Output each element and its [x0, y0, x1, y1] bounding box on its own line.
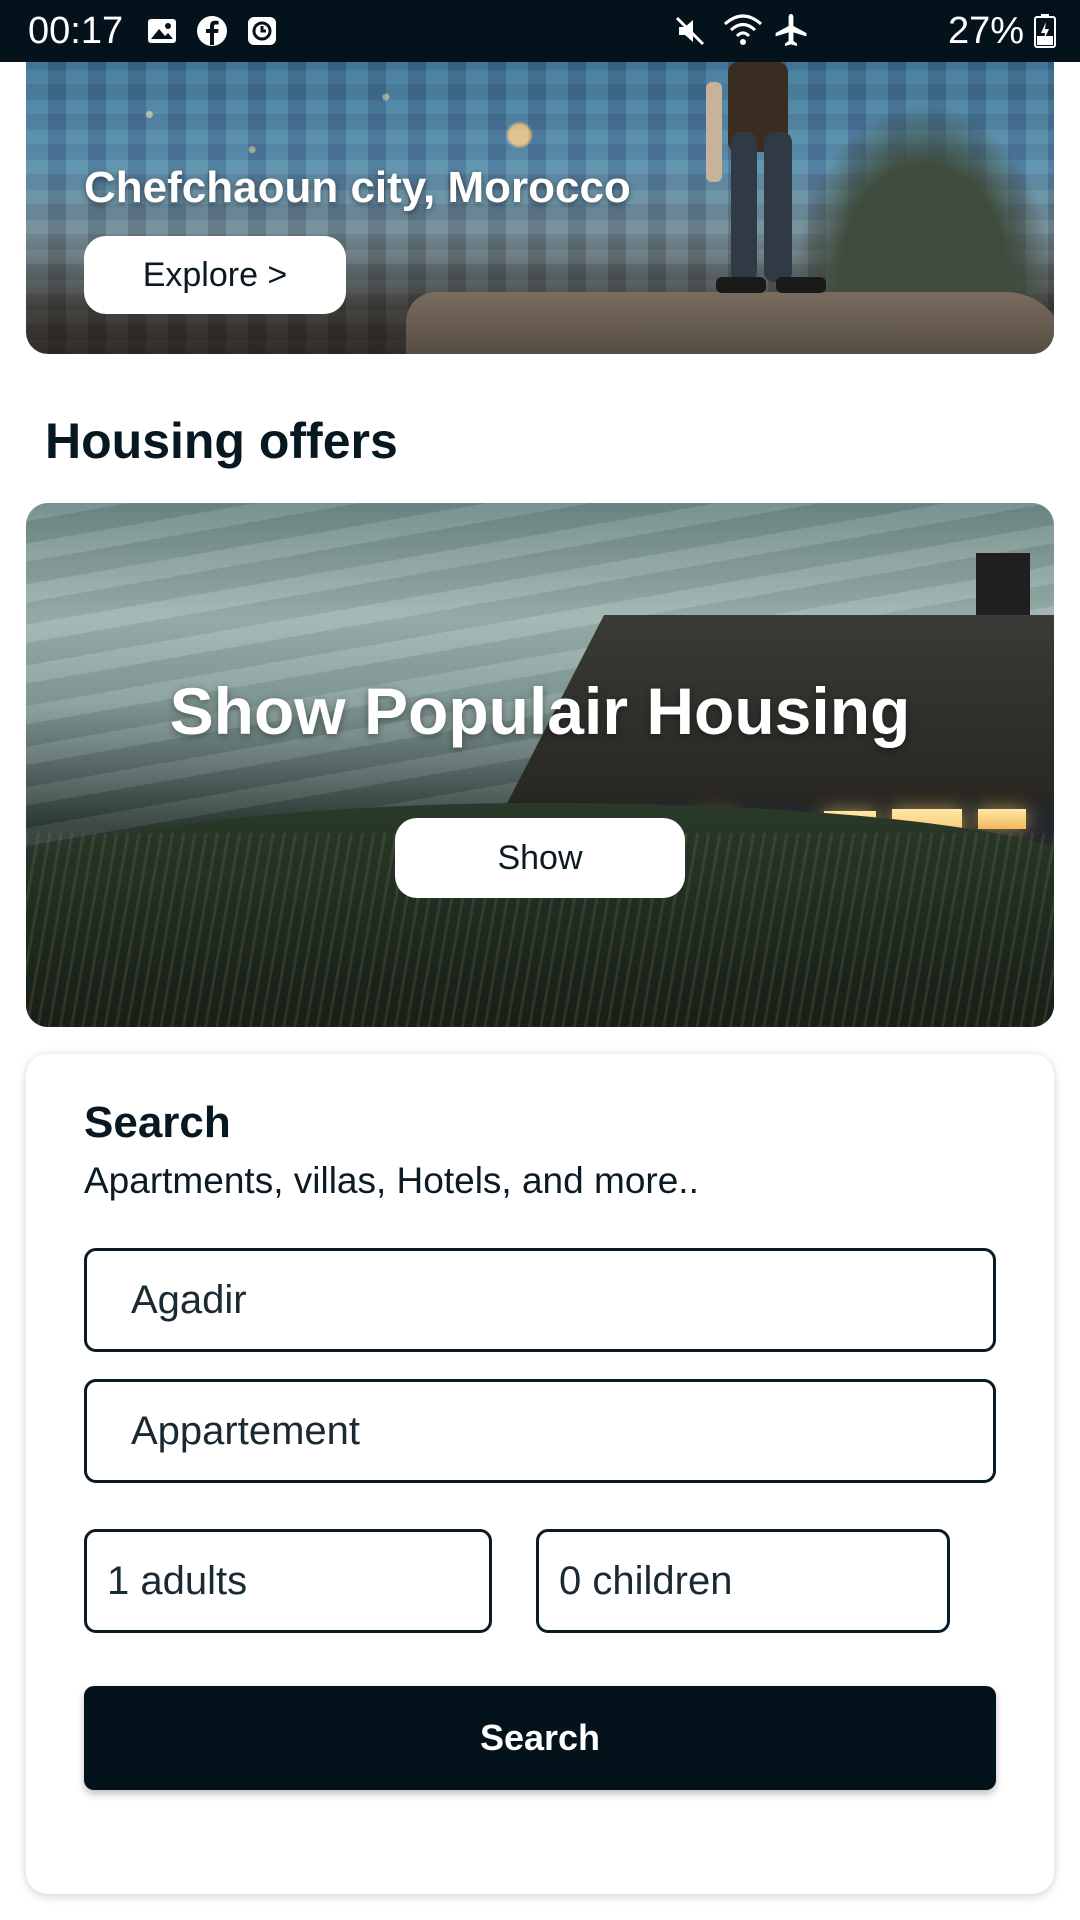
traveler-figure [706, 62, 826, 293]
battery-percent: 27% [948, 10, 1025, 52]
banner-title: Chefchaoun city, Morocco [84, 163, 631, 212]
mute-icon [673, 14, 707, 53]
battery-icon [1034, 14, 1056, 53]
city-input[interactable]: Agadir [84, 1248, 996, 1352]
wifi-icon [723, 12, 763, 53]
status-bar: 00:17 27% [0, 0, 1080, 62]
adults-input[interactable]: 1 adults [84, 1529, 492, 1633]
property-type-input[interactable]: Appartement [84, 1379, 996, 1483]
search-card: Search Apartments, villas, Hotels, and m… [26, 1054, 1054, 1894]
explore-button[interactable]: Explore > [84, 236, 346, 314]
house-window [978, 809, 1026, 829]
search-subtitle: Apartments, villas, Hotels, and more.. [84, 1160, 699, 1201]
children-input[interactable]: 0 children [536, 1529, 950, 1633]
housing-card-title: Show Populair Housing [169, 674, 911, 748]
search-button[interactable]: Search [84, 1686, 996, 1790]
gallery-icon [146, 15, 178, 47]
status-time: 00:17 [28, 10, 124, 52]
search-title: Search [84, 1098, 231, 1147]
popular-housing-card: Show Populair Housing Show [26, 503, 1054, 1027]
clock-app-icon [246, 15, 278, 47]
facebook-icon [196, 15, 228, 47]
section-title-housing: Housing offers [45, 413, 398, 469]
show-housing-button[interactable]: Show [395, 818, 685, 898]
airplane-icon [773, 12, 809, 53]
destination-banner: Chefchaoun city, Morocco Explore > [26, 62, 1054, 354]
